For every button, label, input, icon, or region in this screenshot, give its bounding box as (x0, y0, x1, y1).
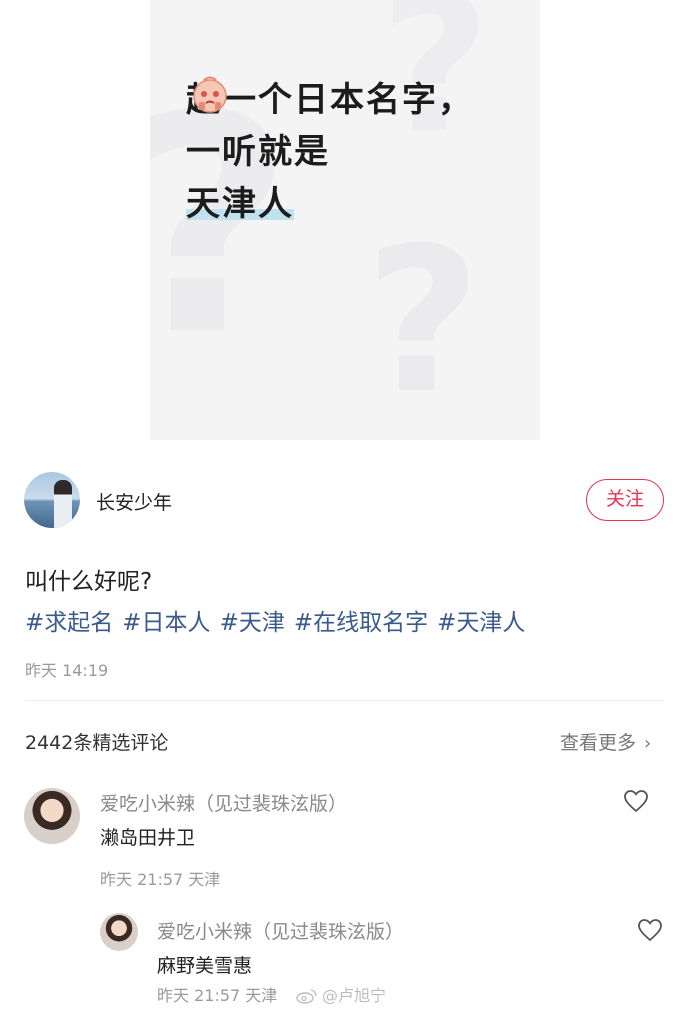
comment-text: 濑岛田井卫 (100, 827, 196, 849)
section-divider (25, 700, 665, 701)
weibo-logo-icon (296, 989, 317, 1004)
see-more-label: 查看更多 (560, 732, 637, 754)
chevron-right-icon: › (644, 733, 652, 754)
avatar-person-figure (54, 480, 72, 528)
post-tags: #求起名 #日本人 #天津 #在线取名字 #天津人 (25, 603, 534, 637)
follow-button[interactable]: 关注 (586, 479, 664, 521)
commenter-name[interactable]: 爱吃小米辣（见过裴珠泫版） (100, 789, 347, 816)
reply-commenter-name[interactable]: 爱吃小米辣（见过裴珠泫版） (157, 917, 404, 944)
hashtag-link[interactable]: #天津 (220, 610, 285, 636)
pleading-face-emoji-icon (193, 76, 227, 113)
hashtag-link[interactable]: #在线取名字 (294, 610, 428, 636)
like-heart-icon[interactable] (637, 918, 663, 942)
reply-commenter-avatar[interactable] (100, 913, 138, 951)
reply-comment-meta: 昨天 21:57 天津 (157, 986, 278, 1005)
svg-text:?: ? (365, 205, 481, 438)
comments-count: 2442条精选评论 (25, 732, 169, 754)
reply-comment-text: 麻野美雪惠 (157, 955, 253, 977)
weibo-watermark: @卢旭宁 (296, 982, 386, 1006)
cover-title-line-3: 天津人 (186, 184, 294, 224)
post-cover-image[interactable]: ? ? ? 起一个日本名字， 一听就是 天津人 (150, 0, 540, 440)
commenter-avatar[interactable] (24, 788, 80, 844)
watermark-text: @卢旭宁 (322, 986, 387, 1005)
post-text: 叫什么好呢? (25, 569, 153, 595)
like-heart-icon[interactable] (623, 789, 649, 813)
comment-meta: 昨天 21:57 天津 (100, 870, 221, 889)
hashtag-link[interactable]: #日本人 (122, 610, 210, 636)
cover-title-line-2: 一听就是 (186, 132, 330, 172)
see-more-link[interactable]: 查看更多 › (560, 728, 651, 755)
cover-title: 起一个日本名字， 一听就是 天津人 (186, 74, 474, 230)
hashtag-link[interactable]: #天津人 (437, 610, 525, 636)
post-timestamp: 昨天 14:19 (25, 661, 109, 680)
author-avatar[interactable] (24, 472, 80, 528)
author-name[interactable]: 长安少年 (96, 488, 172, 515)
hashtag-link[interactable]: #求起名 (25, 610, 113, 636)
